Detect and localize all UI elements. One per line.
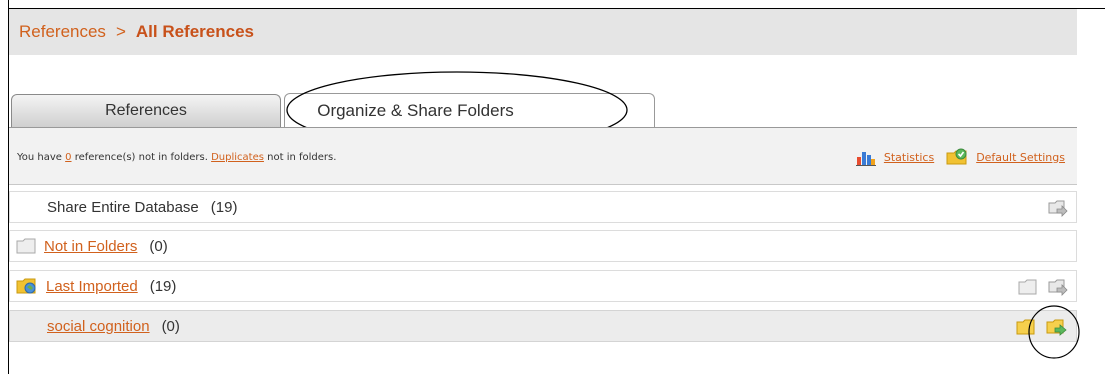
folder-icon[interactable] — [1018, 279, 1038, 295]
folder-name-last-imported[interactable]: Last Imported — [46, 278, 138, 295]
info-actions: Statistics Default Settings — [844, 148, 1065, 166]
default-settings-action[interactable]: Default Settings — [946, 148, 1065, 166]
folder-row-social-cognition: social cognition (0) — [9, 310, 1077, 342]
tab-organize-share-folders[interactable]: Organize & Share Folders — [284, 93, 655, 128]
folder-name-share-entire-database: Share Entire Database — [47, 198, 199, 216]
row-actions — [1038, 199, 1068, 217]
duplicates-link[interactable]: Duplicates — [211, 152, 264, 163]
statistics-icon — [855, 152, 876, 166]
row-actions — [1008, 278, 1068, 296]
breadcrumb: References > All References — [9, 9, 1077, 55]
folder-icon — [16, 238, 36, 254]
folder-count: (19) — [210, 198, 238, 216]
folder-count: (19) — [149, 277, 177, 295]
share-folder-icon[interactable] — [1048, 199, 1068, 217]
folder-row-last-imported: Last Imported (19) — [9, 270, 1077, 302]
open-folder-icon[interactable] — [1016, 319, 1036, 335]
imported-folder-icon — [16, 278, 36, 294]
tab-references[interactable]: References — [11, 94, 281, 127]
breadcrumb-separator: > — [115, 22, 126, 41]
folder-row-not-in-folders: Not in Folders (0) — [9, 230, 1077, 262]
info-bar: You have 0 reference(s) not in folders. … — [9, 127, 1077, 185]
folder-row-share-entire-database: Share Entire Database (19) — [9, 191, 1077, 223]
share-folder-icon[interactable] — [1048, 278, 1068, 296]
folder-name-social-cognition[interactable]: social cognition — [47, 318, 150, 335]
default-settings-link[interactable]: Default Settings — [976, 151, 1065, 164]
statistics-link[interactable]: Statistics — [884, 151, 934, 164]
tab-references-label: References — [105, 102, 187, 119]
default-settings-icon — [946, 148, 967, 165]
breadcrumb-root-link[interactable]: References — [19, 22, 106, 42]
folder-name-not-in-folders[interactable]: Not in Folders — [44, 238, 137, 255]
folder-count: (0) — [161, 317, 180, 335]
folder-count: (0) — [149, 237, 168, 255]
breadcrumb-current: All References — [135, 22, 254, 41]
statistics-action[interactable]: Statistics — [855, 148, 934, 166]
share-folder-icon[interactable] — [1046, 318, 1068, 336]
tab-organize-label: Organize & Share Folders — [317, 101, 514, 120]
info-text: You have 0 reference(s) not in folders. … — [17, 152, 336, 163]
info-prefix: You have — [17, 152, 66, 163]
info-suffix: not in folders. — [263, 152, 337, 163]
info-mid: reference(s) not in folders. — [71, 152, 212, 163]
row-actions — [1006, 318, 1068, 336]
